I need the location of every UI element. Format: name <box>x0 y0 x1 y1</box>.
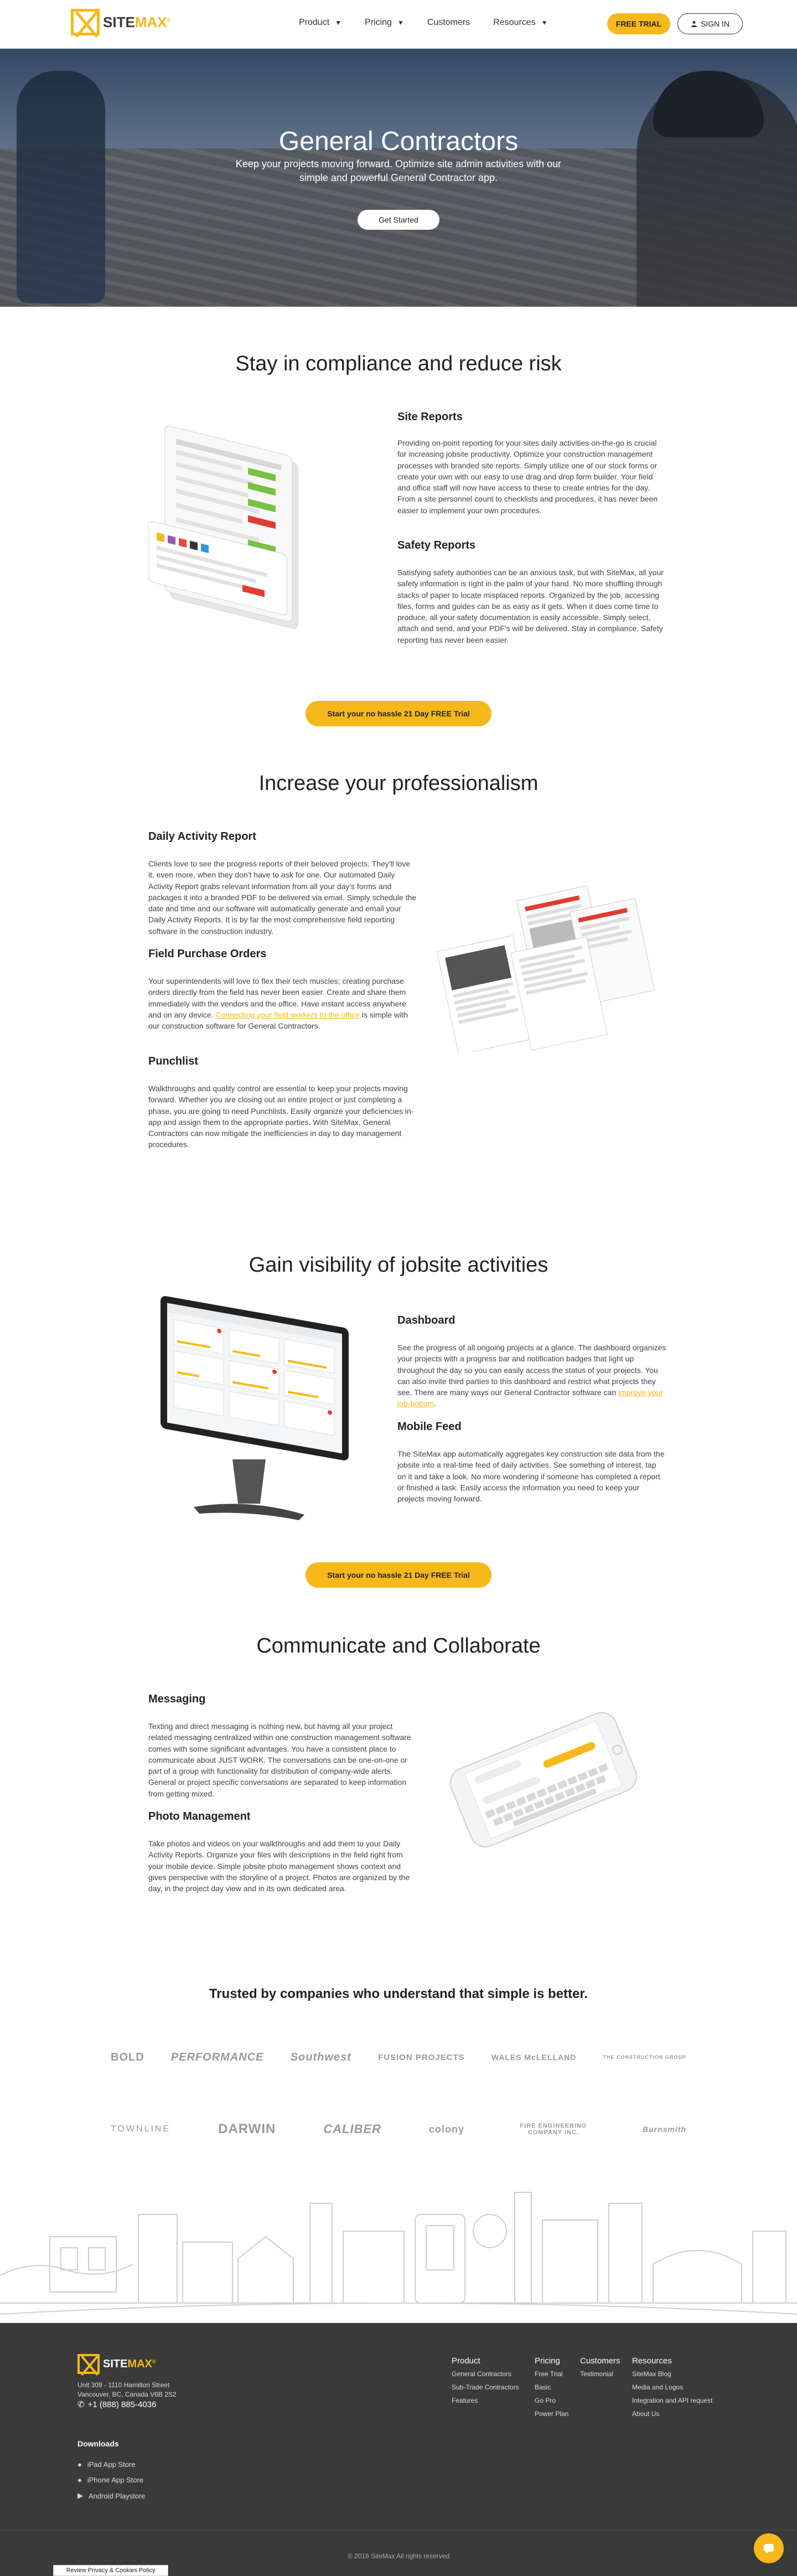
messaging-phone-illustration <box>449 1712 637 1847</box>
logo-wordmark: SITEMAX® <box>103 13 171 30</box>
daily-activity-report-title: Daily Activity Report <box>148 830 256 843</box>
messaging-text: Texting and direct messaging is nothing … <box>148 1722 411 1798</box>
hero-title: General Contractors <box>278 127 519 156</box>
client-logo-performance: PERFORMANCE <box>170 2051 264 2063</box>
dashboard-text: See the progress of all ongoing projects… <box>397 1343 666 1408</box>
chat-widget-button[interactable] <box>754 2533 784 2563</box>
client-logos-row-1: BOLD PERFORMANCE Southwest FUSION PROJEC… <box>111 2042 686 2073</box>
downloads-title: Downloads <box>77 2439 119 2448</box>
compliance-title: Stay in compliance and reduce risk <box>235 352 562 375</box>
get-started-button[interactable]: Get Started <box>358 210 439 230</box>
hero-section: General Contractors Keep your projects m… <box>0 49 797 307</box>
footer-col-product: Product General Contractors Sub-Trade Co… <box>452 2356 519 2404</box>
photo-management-text: Take photos and videos on your walkthrou… <box>148 1839 410 1893</box>
client-logo-wales: WALES McLELLAND <box>491 2053 577 2062</box>
logo-mark-icon <box>71 9 100 35</box>
client-logo-construction-group: THE CONSTRUCTION GROUP <box>603 2054 686 2060</box>
footer-link[interactable]: Testimonial <box>580 2370 620 2378</box>
logo-wordmark: SITEMAX® <box>103 2357 156 2370</box>
city-skyline-illustration <box>0 2192 797 2315</box>
footer-col-customers: Customers Testimonial <box>580 2356 620 2378</box>
messaging-title: Messaging <box>148 1693 206 1705</box>
footer-phone[interactable]: ✆ +1 (888) 885-4036 <box>77 2399 156 2410</box>
site-reports-illustration <box>148 426 298 629</box>
privacy-policy-button[interactable]: Review Privacy & Cookies Policy <box>53 2565 168 2576</box>
footer-link[interactable]: Integration and API request <box>632 2397 712 2404</box>
communicate-title: Communicate and Collaborate <box>256 1634 541 1658</box>
safety-reports-text: Satisfying safety authorities can be an … <box>397 568 664 644</box>
nav-product[interactable]: Product ▼ <box>299 18 341 28</box>
chat-icon <box>764 2544 774 2554</box>
site-reports-text: Providing on-point reporting for your si… <box>397 438 658 515</box>
client-logos-row-2: TOWNLINE DARWIN CALIBER colony FIRE ENGI… <box>111 2114 686 2145</box>
connecting-field-workers-link[interactable]: Connecting your field workers to the off… <box>215 1010 359 1019</box>
main-nav: Product ▼ Pricing ▼ Customers Resources ▼ <box>299 18 571 28</box>
site-reports-title: Site Reports <box>397 411 463 423</box>
copyright-text: © 2018 SiteMax All rights reserved <box>347 2552 450 2560</box>
footer-link[interactable]: Power Plan <box>535 2410 568 2418</box>
footer-link[interactable]: Basic <box>535 2383 568 2391</box>
play-store-icon: ▶ <box>77 2491 83 2500</box>
user-icon <box>691 21 697 27</box>
download-android[interactable]: ▶ Android Playstore <box>77 2491 146 2500</box>
punchlist-title: Punchlist <box>148 1055 199 1067</box>
field-purchase-orders-text: Your superintendents will love to flex t… <box>148 977 408 1031</box>
sitemax-logo[interactable]: SITEMAX® <box>71 9 170 35</box>
sign-in-button[interactable]: SIGN IN <box>677 13 743 34</box>
chevron-down-icon: ▼ <box>397 19 404 27</box>
footer-link[interactable]: Free Trial <box>535 2370 568 2378</box>
free-trial-cta-button[interactable]: Start your no hassle 21 Day FREE Trial <box>306 701 491 726</box>
photo-management-title: Photo Management <box>148 1810 251 1823</box>
download-iphone[interactable]: ● iPhone App Store <box>77 2476 143 2484</box>
daily-activity-report-text: Clients love to see the progress reports… <box>148 859 417 936</box>
logo-mark-icon <box>77 2354 100 2374</box>
client-logo-colony: colony <box>429 2123 465 2135</box>
hero-subtitle: Keep your projects moving forward. Optim… <box>235 158 562 184</box>
client-logo-southwest: Southwest <box>290 2051 351 2063</box>
mobile-feed-title: Mobile Feed <box>397 1421 462 1433</box>
footer-link[interactable]: Media and Logos <box>632 2383 712 2391</box>
footer-link[interactable]: Features <box>452 2397 519 2404</box>
chevron-down-icon: ▼ <box>335 19 342 27</box>
client-logo-fusion: FUSION PROJECTS <box>377 2052 465 2062</box>
safety-reports-title: Safety Reports <box>397 539 476 551</box>
apple-icon: ● <box>77 2460 82 2469</box>
site-footer: SITEMAX® Unit 309 - 1110 Hamilton Street… <box>0 2323 797 2576</box>
chevron-down-icon: ▼ <box>541 19 548 27</box>
field-purchase-orders-title: Field Purchase Orders <box>148 948 267 960</box>
nav-resources[interactable]: Resources ▼ <box>493 18 547 28</box>
download-ipad[interactable]: ● iPad App Store <box>77 2460 136 2469</box>
site-header: SITEMAX® Product ▼ Pricing ▼ Customers Res… <box>0 0 797 49</box>
footer-col-resources: Resources SiteMax Blog Media and Logos I… <box>632 2356 713 2418</box>
reports-documents-illustration <box>436 886 655 1052</box>
dashboard-monitor-illustration <box>161 1296 349 1520</box>
client-logo-bold: BOLD <box>111 2051 144 2063</box>
footer-divider <box>0 2530 797 2531</box>
client-logo-burnsmith: Burnsmith <box>642 2125 686 2134</box>
client-logo-darwin: DARWIN <box>218 2121 276 2136</box>
free-trial-button[interactable]: FREE TRIAL <box>607 13 670 34</box>
footer-link[interactable]: About Us <box>632 2410 712 2418</box>
professionalism-title: Increase your professionalism <box>258 772 539 795</box>
nav-customers[interactable]: Customers <box>427 18 470 28</box>
client-logo-fire-engineering: FIRE ENGINEERING COMPANY INC. <box>520 2123 587 2136</box>
dashboard-title: Dashboard <box>397 1314 456 1326</box>
mobile-feed-text: The SiteMax app automatically aggregates… <box>397 1449 665 1504</box>
trusted-title: Trusted by companies who understand that… <box>209 1986 588 2001</box>
punchlist-text: Walkthroughs and quality control are ess… <box>148 1084 414 1149</box>
footer-link[interactable]: Sub-Trade Contractors <box>452 2383 519 2391</box>
footer-logo[interactable]: SITEMAX® <box>77 2354 156 2374</box>
client-logo-townline: TOWNLINE <box>111 2124 171 2134</box>
footer-col-pricing: Pricing Free Trial Basic Go Pro Power Pl… <box>535 2356 569 2418</box>
footer-link[interactable]: General Contractors <box>452 2370 519 2378</box>
phone-icon: ✆ <box>77 2400 85 2409</box>
footer-link[interactable]: SiteMax Blog <box>632 2370 712 2378</box>
footer-address: Unit 309 - 1110 Hamilton Street Vancouve… <box>77 2381 177 2398</box>
visibility-title: Gain visibility of jobsite activities <box>249 1253 548 1277</box>
nav-pricing[interactable]: Pricing ▼ <box>365 18 404 28</box>
free-trial-cta-button-2[interactable]: Start your no hassle 21 Day FREE Trial <box>306 1562 491 1588</box>
footer-link[interactable]: Go Pro <box>535 2397 568 2404</box>
apple-icon: ● <box>77 2476 82 2484</box>
client-logo-caliber: CALIBER <box>323 2122 382 2136</box>
